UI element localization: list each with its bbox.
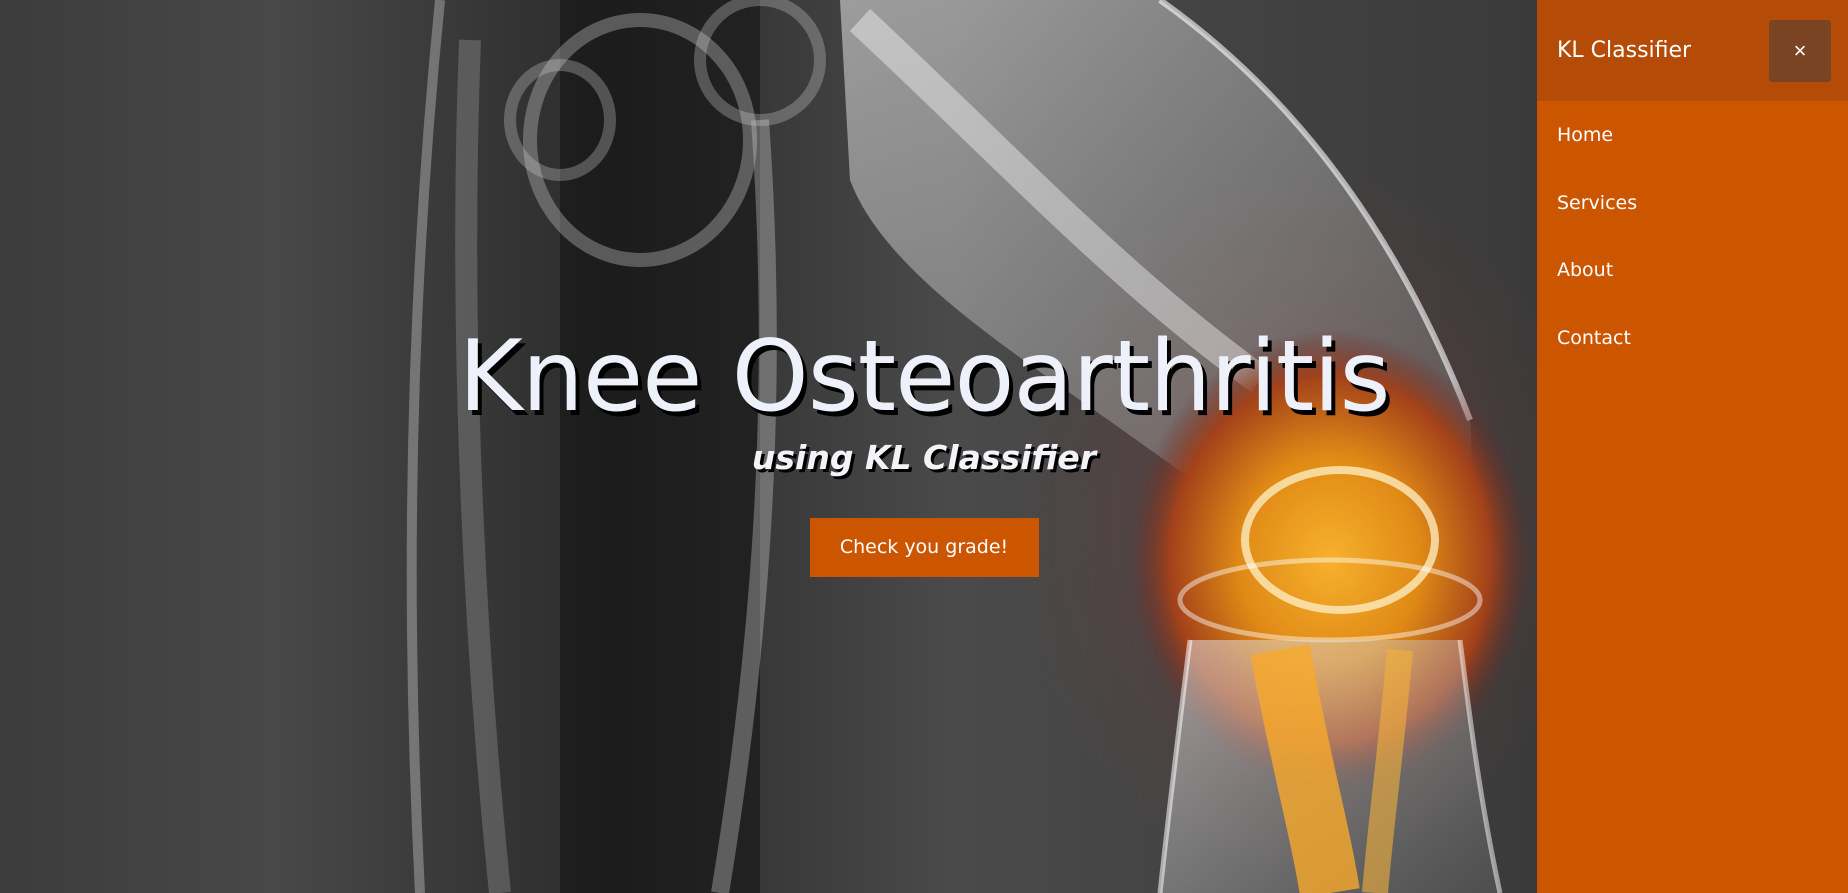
page: Knee Osteoarthritis using KL Classifier … [0,0,1848,893]
hero-section: Knee Osteoarthritis using KL Classifier … [0,0,1537,893]
brand-name[interactable]: KL Classifier [1557,36,1691,66]
side-navigation: KL Classifier × Home Services About Cont… [1537,0,1848,893]
sidenav-header: KL Classifier × [1537,0,1848,101]
hero-subtitle: using KL Classifier [751,438,1097,477]
check-grade-button[interactable]: Check you grade! [809,518,1039,577]
nav-item-services[interactable]: Services [1537,170,1848,238]
close-menu-button[interactable]: × [1769,20,1831,82]
nav-item-home[interactable]: Home [1537,102,1848,170]
hero-title: Knee Osteoarthritis [458,320,1390,434]
nav-list: Home Services About Contact [1537,102,1848,372]
nav-item-contact[interactable]: Contact [1537,305,1848,373]
nav-item-about[interactable]: About [1537,237,1848,305]
close-icon: × [1793,38,1807,63]
hero-content: Knee Osteoarthritis using KL Classifier … [0,318,1537,577]
